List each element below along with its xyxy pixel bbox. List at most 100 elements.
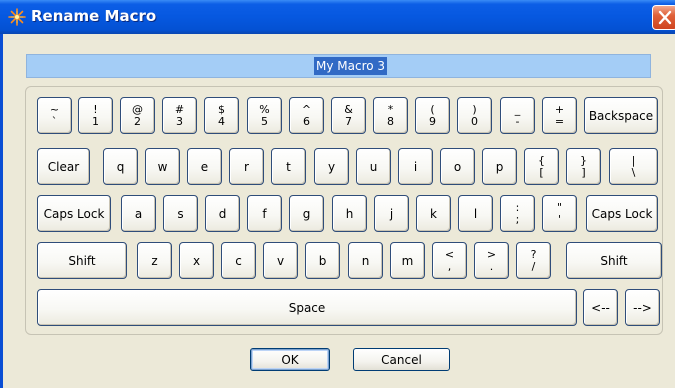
key-label: z [151, 253, 158, 268]
key-space[interactable]: Space [37, 289, 577, 326]
key-h[interactable]: h [332, 195, 367, 232]
key-w[interactable]: w [145, 148, 180, 185]
key-d[interactable]: d [205, 195, 240, 232]
key-base-label: ; [515, 213, 520, 226]
key-label: --> [633, 300, 652, 315]
key-f[interactable]: f [247, 195, 282, 232]
key-s[interactable]: s [163, 195, 198, 232]
key-shift-label: _ [514, 103, 521, 116]
ok-button[interactable]: OK [250, 348, 330, 371]
key-capslock-left[interactable]: Caps Lock [37, 195, 111, 232]
key-shift-label: $ [218, 103, 225, 116]
key-base-label: \ [631, 166, 636, 179]
key-shift-label: " [556, 201, 563, 214]
key-base-label: 9 [429, 115, 436, 128]
key-shift-label: { [538, 154, 545, 167]
key-shift-label: & [344, 103, 353, 116]
close-button[interactable] [652, 5, 675, 30]
key-label: q [116, 159, 125, 174]
key-capslock-right[interactable]: Caps Lock [586, 195, 658, 232]
key-2[interactable]: @2 [120, 97, 155, 134]
key-label: g [302, 206, 311, 221]
key-c[interactable]: c [221, 242, 256, 279]
key-label: k [430, 206, 437, 221]
key-label: h [345, 206, 354, 221]
key-base-label: 0 [471, 115, 478, 128]
key-base-label: 7 [345, 115, 352, 128]
key-3[interactable]: #3 [162, 97, 197, 134]
key-1[interactable]: ! 1 [78, 97, 113, 134]
key-base-label: ` [51, 115, 58, 128]
key-label: c [235, 253, 242, 268]
key-tilde[interactable]: ~ ` [37, 97, 72, 134]
key-shift-label: ! [93, 103, 98, 116]
key-shift-label: > [486, 248, 497, 261]
key-backslash[interactable]: | \ [609, 148, 658, 185]
key-t[interactable]: t [271, 148, 306, 185]
key-label: t [286, 159, 291, 174]
key-base-label: 2 [134, 115, 141, 128]
key-base-label: . [489, 260, 494, 273]
macro-name-input[interactable]: My Macro 3 [26, 54, 651, 78]
key-g[interactable]: g [289, 195, 324, 232]
on-screen-keyboard: ~ `! 1 @2 #3 $4% 5 ^ 6 & 7 * 8(9) 0 _ - + = Backspace Clear… [25, 86, 663, 335]
key-9[interactable]: (9 [415, 97, 450, 134]
key-5[interactable]: % 5 [247, 97, 282, 134]
key-label: w [157, 159, 168, 174]
key-shift-label: ~ [49, 103, 60, 116]
key-label: Space [288, 300, 326, 315]
key-base-label: [ [539, 166, 544, 179]
key-a[interactable]: a [121, 195, 156, 232]
key-p[interactable]: p [482, 148, 517, 185]
macro-name-selected-text: My Macro 3 [314, 57, 388, 75]
key-r[interactable]: r [229, 148, 264, 185]
key-label: j [389, 206, 394, 221]
key-arrow-right[interactable]: --> [625, 289, 660, 326]
key-z[interactable]: z [137, 242, 172, 279]
title-bar[interactable]: Rename Macro [0, 0, 675, 34]
key-k[interactable]: k [416, 195, 451, 232]
key-rbracket[interactable]: }] [566, 148, 601, 185]
cancel-button[interactable]: Cancel [353, 348, 450, 371]
key-shift-label: } [580, 154, 587, 167]
key-u[interactable]: u [356, 148, 391, 185]
key-6[interactable]: ^ 6 [289, 97, 324, 134]
key-arrow-left[interactable]: <-- [583, 289, 618, 326]
key-j[interactable]: j [374, 195, 409, 232]
key-y[interactable]: y [314, 148, 349, 185]
key-v[interactable]: v [263, 242, 298, 279]
key-quote[interactable]: " ' [542, 195, 577, 232]
key-label: n [361, 253, 370, 268]
key-label: o [453, 159, 462, 174]
key-lbracket[interactable]: {[ [524, 148, 559, 185]
key-clear[interactable]: Clear [37, 148, 90, 185]
key-x[interactable]: x [179, 242, 214, 279]
key-n[interactable]: n [348, 242, 383, 279]
key-8[interactable]: * 8 [373, 97, 408, 134]
key-shift-right[interactable]: Shift [566, 242, 662, 279]
key-backspace[interactable]: Backspace [584, 97, 658, 134]
key-semicolon[interactable]: :; [500, 195, 535, 232]
key-7[interactable]: & 7 [331, 97, 366, 134]
key-slash[interactable]: ? / [516, 242, 551, 279]
key-label: i [413, 159, 418, 174]
key-label: f [262, 206, 267, 221]
key-0[interactable]: ) 0 [457, 97, 492, 134]
key-o[interactable]: o [440, 148, 475, 185]
key-period[interactable]: >. [474, 242, 509, 279]
key-label: v [276, 253, 285, 268]
key-m[interactable]: m [390, 242, 425, 279]
key-i[interactable]: i [398, 148, 433, 185]
dialog-body: My Macro 3 ~ `! 1 @2 #3 $4% 5 ^ 6 & 7 * 8(9) 0 _ - + = Bac… [3, 34, 675, 388]
key-comma[interactable]: <, [432, 242, 467, 279]
key-b[interactable]: b [305, 242, 340, 279]
key-equals[interactable]: + = [542, 97, 577, 134]
key-e[interactable]: e [187, 148, 222, 185]
key-label: b [318, 253, 327, 268]
key-label: Shift [68, 253, 96, 268]
key-4[interactable]: $4 [204, 97, 239, 134]
key-minus[interactable]: _ - [500, 97, 535, 134]
key-q[interactable]: q [103, 148, 138, 185]
key-shift-left[interactable]: Shift [37, 242, 127, 279]
key-l[interactable]: l [458, 195, 493, 232]
